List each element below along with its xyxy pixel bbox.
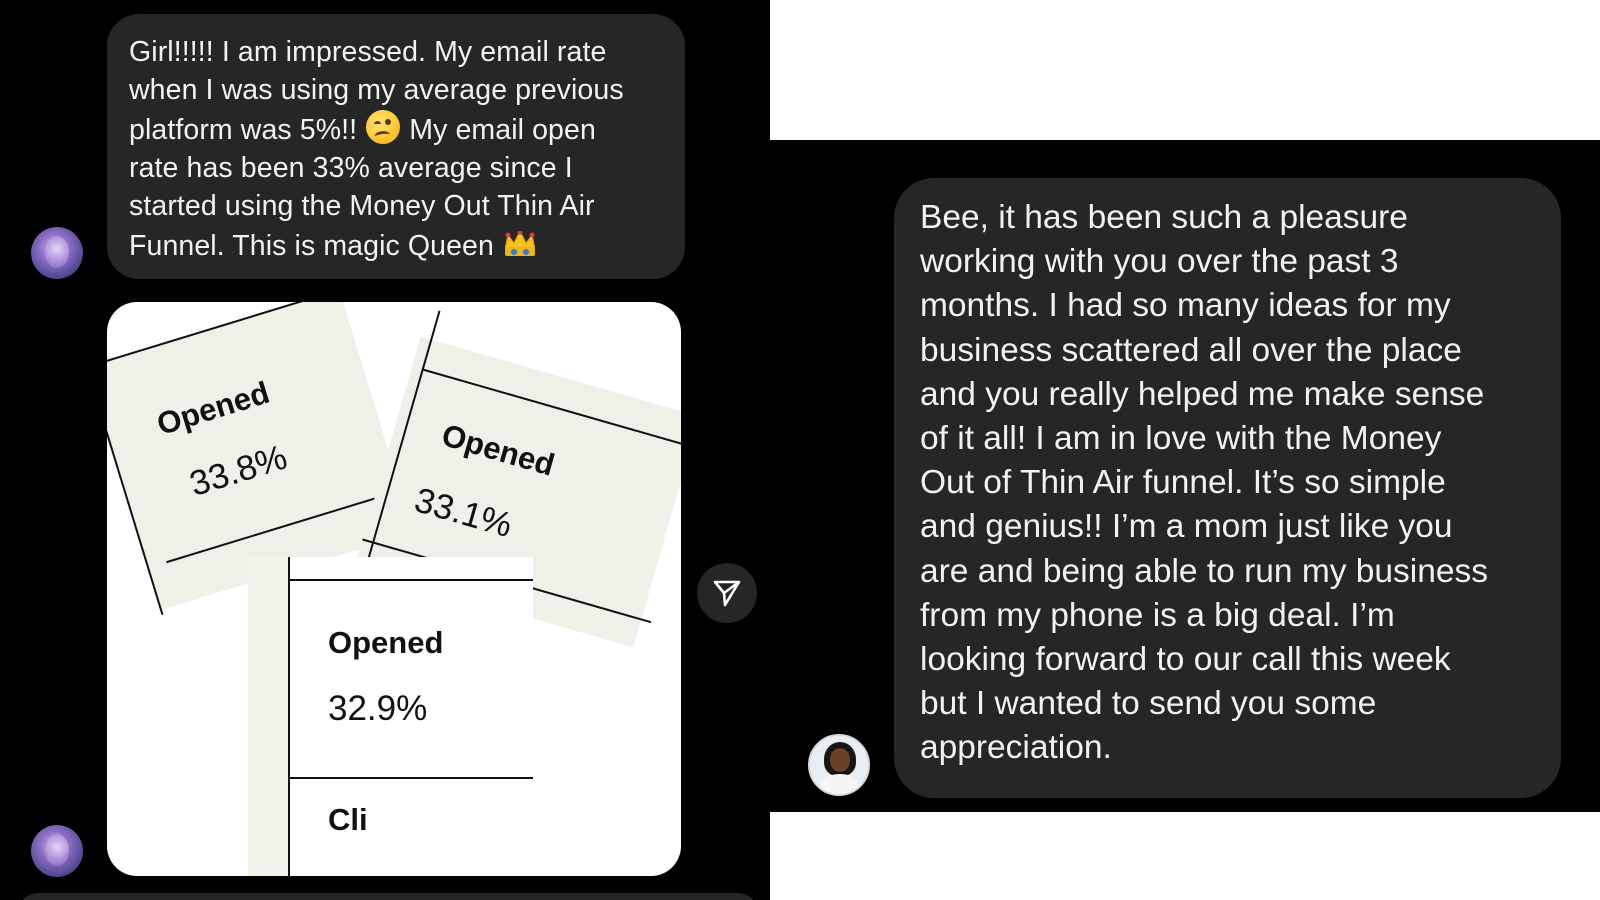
message-line: when I was using my average previous	[129, 74, 624, 106]
message-line: from my phone is a big deal. I’m	[920, 596, 1395, 634]
message-line: but I wanted to send you some	[920, 685, 1377, 723]
message-line: business scattered all over the place	[920, 331, 1462, 369]
sender-avatar[interactable]	[31, 227, 83, 279]
message-line-with-emoji: Funnel. This is magic Queen	[129, 225, 663, 265]
crown-emoji-icon	[502, 225, 538, 261]
stat-label: Opened	[437, 417, 559, 483]
stat-card-3: Opened 32.9% Cli	[248, 557, 533, 876]
message-line: are and being able to run my business	[920, 552, 1488, 590]
shared-image-attachment[interactable]: Opened 33.8% Opened 33.1% Opened 32.9% C…	[107, 302, 681, 876]
stat-value: 33.1%	[410, 480, 517, 546]
message-line: of it all! I am in love with the Money	[920, 420, 1442, 458]
message-line: and genius!! I’m a mom just like you	[920, 508, 1453, 546]
message-line-with-emoji: platform was 5%!! My email open	[129, 109, 663, 149]
stat-value: 33.8%	[185, 437, 292, 504]
message-bubble-right[interactable]: Bee, it has been such a pleasure working…	[894, 178, 1561, 798]
message-line: Girl!!!!! I am impressed. My email rate	[129, 36, 607, 68]
send-paper-plane-icon	[713, 580, 741, 607]
left-chat-panel: Girl!!!!! I am impressed. My email rate …	[0, 0, 770, 900]
stat-label-cropped: Cli	[328, 802, 368, 837]
message-line: looking forward to our call this week	[920, 641, 1451, 679]
message-line: and you really helped me make sense	[920, 375, 1485, 413]
message-line: months. I had so many ideas for my	[920, 287, 1451, 325]
woozy-face-emoji-icon	[365, 109, 401, 145]
stat-label: Opened	[328, 625, 444, 660]
stat-label: Opened	[152, 374, 274, 442]
message-line-part: Funnel. This is magic Queen	[129, 230, 494, 262]
right-chat-panel: Bee, it has been such a pleasure working…	[770, 140, 1600, 812]
message-line: appreciation.	[920, 729, 1112, 767]
next-message-bubble-edge	[18, 893, 758, 900]
message-line: Bee, it has been such a pleasure	[920, 199, 1408, 236]
sender-avatar[interactable]	[31, 825, 83, 877]
message-line-part: platform was 5%!!	[129, 114, 358, 146]
stat-value: 32.9%	[328, 689, 428, 728]
message-line: Out of Thin Air funnel. It’s so simple	[920, 464, 1446, 502]
message-line: working with you over the past 3	[920, 243, 1399, 281]
message-bubble-left[interactable]: Girl!!!!! I am impressed. My email rate …	[107, 14, 685, 279]
message-line: started using the Money Out Thin Air	[129, 190, 595, 222]
message-line-part: My email open	[409, 114, 596, 146]
share-button[interactable]	[697, 563, 757, 623]
sender-avatar[interactable]	[808, 734, 870, 796]
message-line: rate has been 33% average since I	[129, 152, 573, 184]
screenshot-collage: Girl!!!!! I am impressed. My email rate …	[0, 0, 1600, 900]
